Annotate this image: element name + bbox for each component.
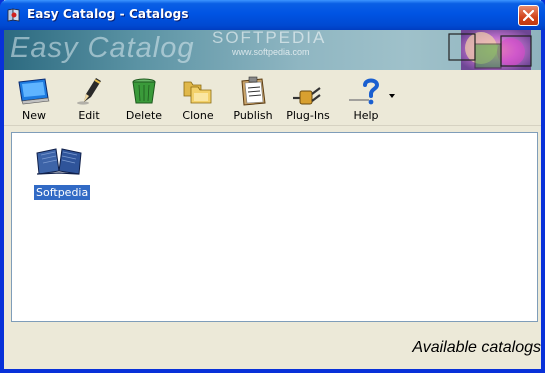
delete-button[interactable]: Delete: [116, 74, 172, 124]
banner-title: Easy Catalog: [10, 32, 195, 64]
close-icon: [523, 10, 534, 21]
app-icon: [7, 8, 20, 22]
publish-button[interactable]: Publish: [225, 74, 281, 124]
clipboard-icon: [241, 76, 266, 106]
trash-can-icon: [132, 78, 156, 104]
catalog-item-softpedia[interactable]: Softpedia: [32, 143, 92, 203]
new-button[interactable]: New: [6, 74, 62, 124]
banner-art-icon: [448, 30, 532, 70]
title-bar[interactable]: Easy Catalog - Catalogs: [0, 0, 545, 30]
monitor-icon: [18, 78, 50, 105]
delete-label: Delete: [125, 109, 163, 122]
pencil-icon: [77, 78, 101, 105]
toolbar-overflow-arrow-icon[interactable]: [388, 92, 396, 100]
watermark-url: www.softpedia.com: [232, 47, 310, 57]
banner: Easy Catalog SOFTPEDIA www.softpedia.com: [4, 30, 541, 70]
help-button[interactable]: Help: [338, 74, 394, 124]
status-text: Available catalogs: [412, 339, 541, 356]
edit-button[interactable]: Edit: [61, 74, 117, 124]
folders-icon: [183, 81, 212, 104]
plug-ins-label: Plug-Ins: [286, 109, 330, 122]
open-book-icon: [36, 148, 82, 175]
plug-icon: [293, 87, 321, 105]
toolbar: New Edit Delete Clone Publish Plug-Ins H…: [4, 70, 541, 126]
catalog-list[interactable]: Softpedia: [11, 132, 538, 322]
main-window: Easy Catalog - Catalogs Easy Catalog SOF…: [0, 0, 545, 373]
watermark: SOFTPEDIA: [212, 30, 327, 47]
close-button[interactable]: [518, 5, 539, 26]
question-mark-icon: [349, 78, 380, 105]
status-bar: Available catalogs: [4, 324, 541, 369]
help-label: Help: [353, 109, 379, 122]
edit-label: Edit: [78, 109, 100, 122]
catalog-label: Softpedia: [34, 185, 91, 200]
publish-label: Publish: [233, 109, 273, 122]
window-title: Easy Catalog - Catalogs: [27, 7, 189, 21]
plug-ins-button[interactable]: Plug-Ins: [280, 74, 336, 124]
clone-button[interactable]: Clone: [170, 74, 226, 124]
clone-label: Clone: [182, 109, 214, 122]
new-label: New: [22, 109, 46, 122]
